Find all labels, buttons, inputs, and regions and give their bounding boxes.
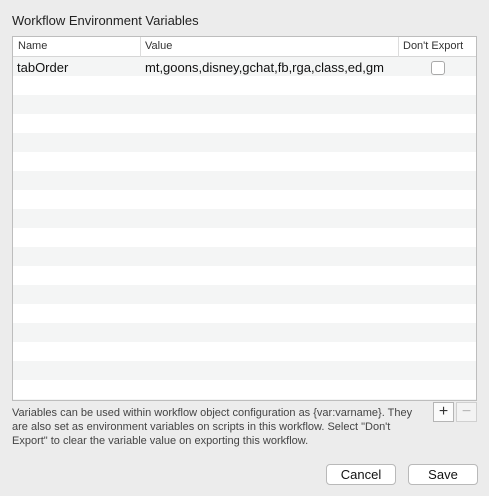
empty-table-row[interactable] [13,152,476,171]
environment-variables-dialog: Workflow Environment Variables Name Valu… [0,0,489,496]
empty-table-row[interactable] [13,323,476,342]
empty-table-row[interactable] [13,285,476,304]
save-button[interactable]: Save [408,464,478,485]
table-header: Name Value Don't Export [13,37,476,57]
empty-table-row[interactable] [13,209,476,228]
variable-value-cell[interactable]: mt,goons,disney,gchat,fb,rga,class,ed,gm [145,57,399,76]
variable-name-cell[interactable]: tabOrder [17,57,141,76]
dialog-title: Workflow Environment Variables [12,13,199,28]
empty-table-row[interactable] [13,380,476,399]
remove-variable-button[interactable]: − [456,402,477,422]
cancel-button[interactable]: Cancel [326,464,396,485]
empty-table-row[interactable] [13,266,476,285]
help-text: Variables can be used within workflow ob… [12,407,413,447]
empty-table-row[interactable] [13,133,476,152]
add-variable-button[interactable]: + [433,402,454,422]
table-body: tabOrder mt,goons,disney,gchat,fb,rga,cl… [13,57,476,400]
empty-table-row[interactable] [13,76,476,95]
table-row[interactable]: tabOrder mt,goons,disney,gchat,fb,rga,cl… [13,57,476,76]
empty-table-row[interactable] [13,190,476,209]
empty-table-row[interactable] [13,361,476,380]
column-header-value[interactable]: Value [141,37,399,57]
empty-table-row[interactable] [13,228,476,247]
empty-table-row[interactable] [13,304,476,323]
empty-table-row[interactable] [13,114,476,133]
empty-table-row[interactable] [13,95,476,114]
column-header-dont-export[interactable]: Don't Export [399,37,476,57]
empty-table-row[interactable] [13,342,476,361]
empty-table-row[interactable] [13,171,476,190]
dont-export-checkbox[interactable] [431,61,445,75]
column-header-name[interactable]: Name [13,37,141,57]
empty-table-row[interactable] [13,247,476,266]
empty-table-row[interactable] [13,399,476,400]
variables-table[interactable]: Name Value Don't Export tabOrder mt,goon… [12,36,477,401]
